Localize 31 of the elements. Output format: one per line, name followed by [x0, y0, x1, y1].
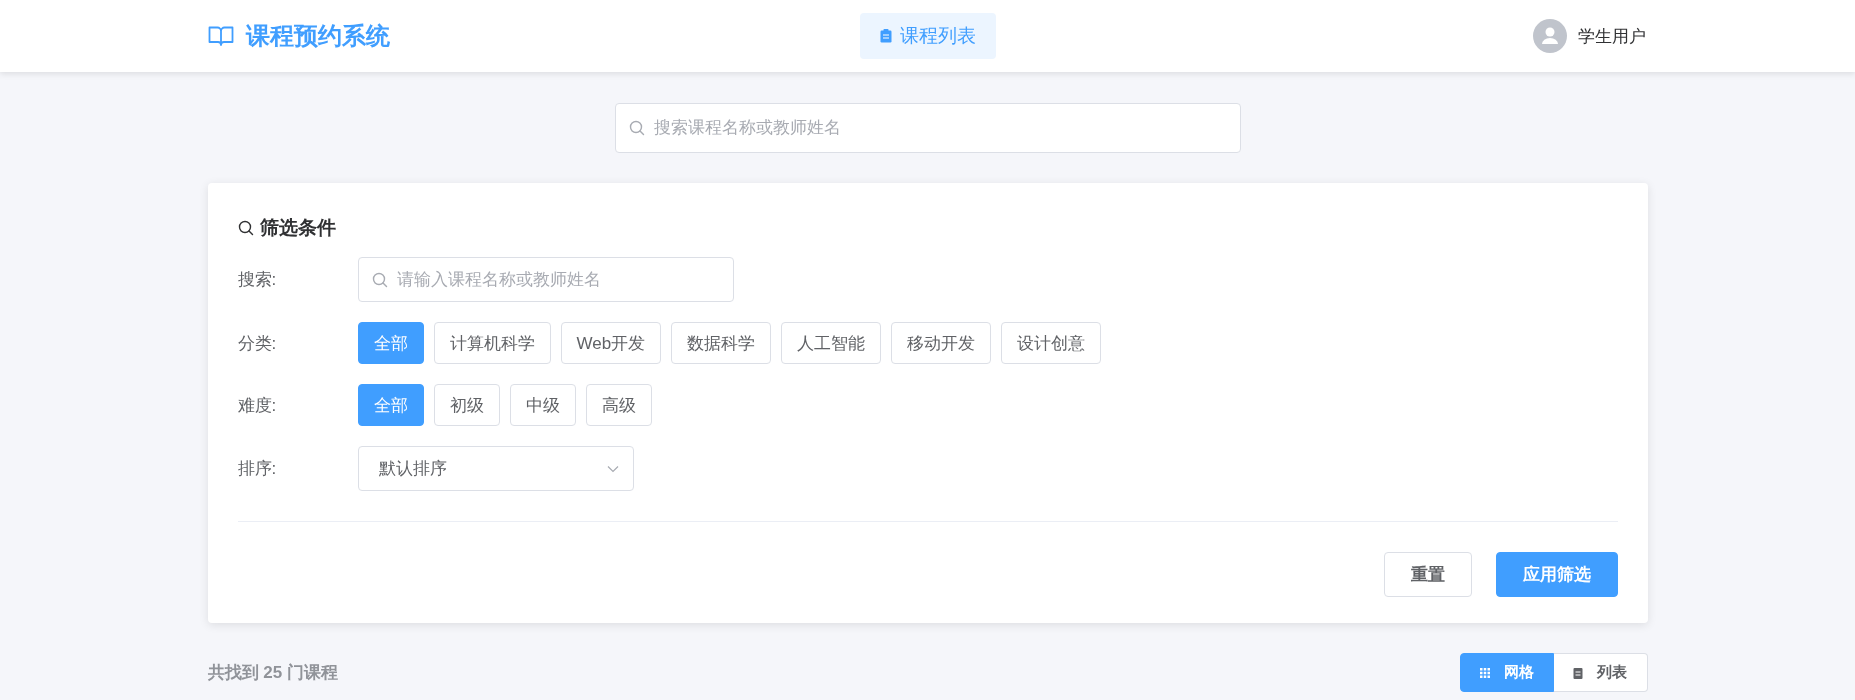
filter-option[interactable]: Web开发 — [560, 322, 662, 364]
view-toggle[interactable]: 列表 — [1553, 653, 1648, 692]
panel-title: 筛选条件 — [259, 216, 336, 240]
search-field[interactable]: 搜索课程名称或教师姓名 — [614, 103, 1241, 153]
reset-button[interactable]: 重置 — [1383, 552, 1472, 597]
filter-option[interactable]: 计算机科学 — [433, 322, 551, 364]
sort-dropdown[interactable]: 默认排序 — [357, 446, 634, 491]
field-label: 搜索: — [237, 269, 278, 291]
search-icon — [628, 120, 645, 136]
search-field[interactable]: 请输入课程名称或教师姓名 — [357, 257, 734, 302]
filter-option[interactable]: 人工智能 — [781, 322, 882, 364]
field-label: 难度: — [237, 394, 278, 417]
filter-option[interactable]: 设计创意 — [1001, 322, 1102, 364]
result-count: 共找到 25 门课程 — [207, 662, 338, 684]
chevron-down-icon — [606, 464, 619, 473]
filter-option[interactable]: 中级 — [509, 384, 576, 426]
grid-icon — [1479, 667, 1490, 678]
field-label: 分类: — [237, 332, 278, 355]
book-icon — [207, 25, 234, 47]
user-name: 学生用户 — [1577, 25, 1646, 48]
field-label: 排序: — [237, 458, 278, 480]
filter-option[interactable]: 初级 — [433, 384, 500, 426]
search-icon — [237, 220, 254, 236]
app-title: 课程预约系统 — [245, 21, 390, 51]
filter-option[interactable]: 高级 — [585, 384, 652, 426]
clipboard-icon — [879, 29, 892, 43]
clipboard-icon — [1573, 666, 1583, 679]
filter-option[interactable]: 数据科学 — [671, 322, 772, 364]
filter-option[interactable]: 移动开发 — [891, 322, 992, 364]
avatar-icon — [1532, 19, 1567, 53]
search-icon — [371, 271, 388, 288]
